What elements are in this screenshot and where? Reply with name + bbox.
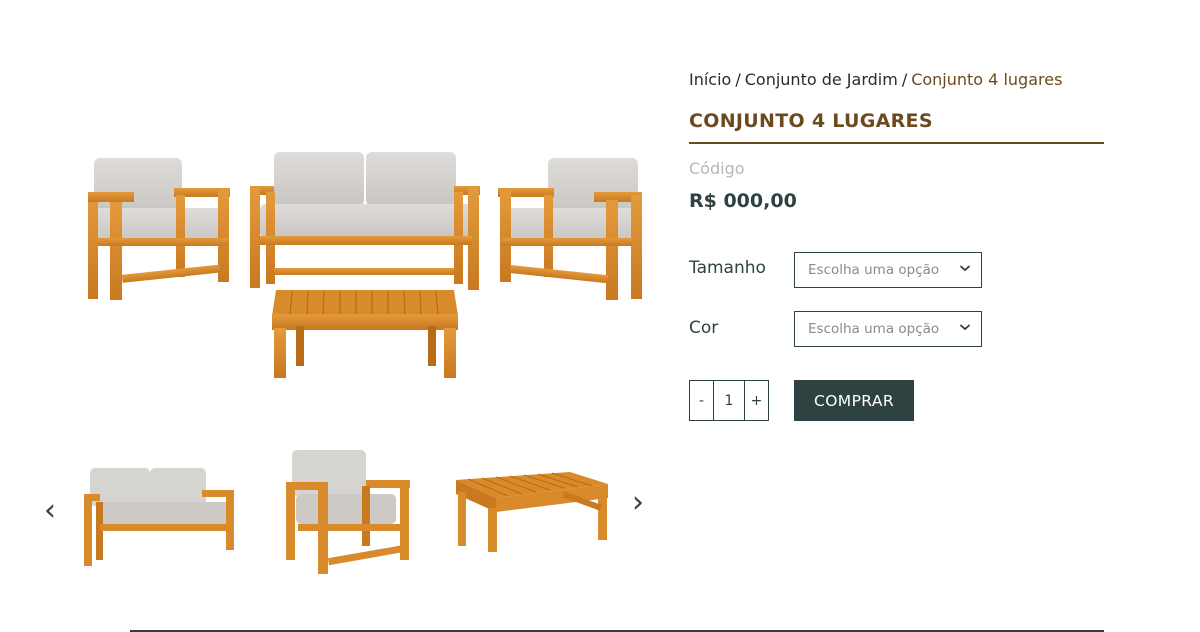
thumbnail-armchair[interactable]: [278, 446, 414, 576]
quantity-stepper: - 1 +: [689, 380, 769, 421]
product-title: CONJUNTO 4 LUGARES: [689, 110, 1104, 144]
size-select-placeholder: Escolha uma opção: [808, 262, 940, 278]
quantity-decrease-button[interactable]: -: [690, 381, 713, 420]
left-armchair: [88, 158, 230, 300]
gallery-next-arrow-icon[interactable]: ›: [632, 488, 644, 518]
buy-button[interactable]: COMPRAR: [794, 380, 914, 421]
breadcrumb-current: Conjunto 4 lugares: [911, 70, 1063, 89]
right-armchair: [498, 158, 642, 300]
product-code-label: Código: [689, 159, 745, 178]
coffee-table: [272, 290, 458, 378]
breadcrumb-category-link[interactable]: Conjunto de Jardim: [745, 70, 898, 89]
breadcrumb-home-link[interactable]: Início: [689, 70, 731, 89]
color-option-label: Cor: [689, 318, 719, 338]
size-option-label: Tamanho: [689, 258, 766, 278]
sofa: [250, 152, 480, 290]
gallery-prev-arrow-icon[interactable]: ‹: [44, 496, 56, 526]
breadcrumb: Início / Conjunto de Jardim / Conjunto 4 lug…: [689, 70, 1062, 89]
thumbnail-coffee-table[interactable]: [452, 468, 612, 556]
chevron-down-icon: [960, 324, 970, 331]
thumbnail-sofa[interactable]: [80, 458, 238, 570]
main-product-image: [88, 152, 642, 378]
quantity-input[interactable]: 1: [713, 381, 745, 420]
quantity-increase-button[interactable]: +: [745, 381, 768, 420]
color-select-placeholder: Escolha uma opção: [808, 321, 940, 337]
breadcrumb-separator: /: [735, 70, 741, 89]
size-select[interactable]: Escolha uma opção: [794, 252, 982, 288]
color-select[interactable]: Escolha uma opção: [794, 311, 982, 347]
product-price: R$ 000,00: [689, 190, 797, 212]
breadcrumb-separator: /: [901, 70, 908, 89]
chevron-down-icon: [960, 265, 970, 272]
